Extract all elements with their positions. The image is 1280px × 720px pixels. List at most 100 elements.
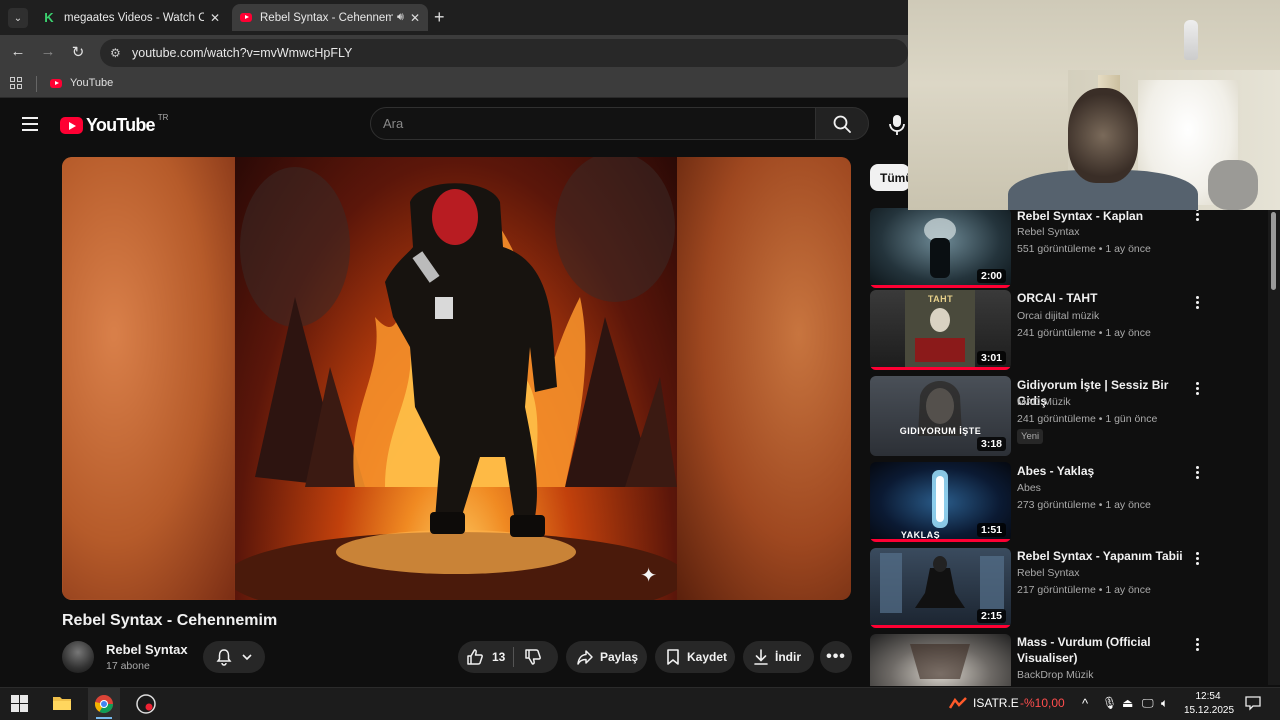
stock-chart-icon[interactable] (948, 696, 967, 715)
kebab-menu-icon[interactable] (1196, 296, 1202, 311)
bookmark-icon (667, 649, 679, 665)
recommendation-item[interactable]: TAHT 3:01 ORCAI - TAHT Orcai dijital müz… (870, 290, 1230, 370)
search-placeholder: Ara (383, 116, 404, 131)
video-thumbnail[interactable] (870, 634, 1011, 686)
windows-start-icon[interactable] (11, 695, 31, 715)
new-tab-plus-icon[interactable]: + (434, 7, 445, 28)
webcam-overlay (908, 0, 1280, 210)
more-actions-button[interactable]: ••• (820, 641, 852, 673)
youtube-wordmark: YouTube (86, 115, 156, 135)
bookmark-youtube[interactable]: YouTube (50, 77, 113, 89)
webcam-background-person (1208, 160, 1258, 210)
tab-search-chevron-icon[interactable]: ⌄ (8, 8, 28, 28)
video-player[interactable]: ✦ (62, 157, 851, 600)
recommendation-channel[interactable]: MAD Müzik (1017, 396, 1071, 408)
recommendation-channel[interactable]: Abes (1017, 482, 1041, 494)
recommendation-title[interactable]: ORCAI - TAHT (1017, 290, 1199, 306)
tab-megaates[interactable]: K megaates Videos - Watch On-D ✕ (34, 4, 228, 31)
active-app-indicator (96, 717, 112, 719)
speaker-icon[interactable]: 🔊︎ (397, 11, 404, 24)
search-input[interactable]: Ara (370, 107, 816, 140)
recommendation-title[interactable]: Rebel Syntax - Yapanım Tabii (1017, 548, 1199, 564)
filter-chip-all[interactable]: Tümü (870, 164, 910, 191)
file-explorer-icon[interactable] (52, 694, 72, 714)
chrome-icon[interactable] (94, 694, 114, 714)
recommendation-item[interactable]: GIDIYORUM İŞTE 3:18 Gidiyorum İşte | Ses… (870, 376, 1230, 456)
obs-recorder-icon[interactable] (136, 694, 156, 714)
apps-grid-icon[interactable] (10, 77, 22, 89)
k-logo-icon: K (44, 10, 54, 25)
bookmark-divider (36, 76, 37, 92)
recommendation-item[interactable]: 2:00 Rebel Syntax - Kaplan Rebel Syntax … (870, 208, 1230, 288)
video-thumbnail[interactable]: 2:15 (870, 548, 1011, 628)
video-thumbnail[interactable]: YAKLAŞ 1:51 (870, 462, 1011, 542)
recommendation-channel[interactable]: Rebel Syntax (1017, 226, 1079, 238)
recommendation-channel[interactable]: Rebel Syntax (1017, 567, 1079, 579)
search-button[interactable] (815, 107, 869, 140)
like-thumb-icon[interactable] (466, 648, 484, 666)
kebab-menu-icon[interactable] (1196, 208, 1202, 223)
stock-symbol[interactable]: ISATR.E (973, 696, 1019, 710)
dislike-thumb-icon[interactable] (524, 648, 542, 666)
thumbnail-text: TAHT (927, 294, 954, 304)
save-button[interactable]: Kaydet (655, 641, 735, 673)
channel-avatar[interactable] (62, 641, 94, 673)
usb-device-icon[interactable]: ⏏︎ (1122, 696, 1133, 710)
recommendation-title[interactable]: Mass - Vurdum (Official Visualiser) (1017, 634, 1167, 666)
subscriber-count: 17 abone (106, 660, 150, 672)
close-tab-icon[interactable]: ✕ (410, 11, 420, 25)
recommendation-title[interactable]: Abes - Yaklaş (1017, 463, 1199, 479)
hooded-singer-artwork (235, 157, 677, 600)
volume-icon[interactable]: 🔈︎ (1161, 696, 1168, 711)
ambient-blur-left (62, 157, 235, 600)
chevron-down-icon (242, 654, 252, 661)
country-code: TR (157, 113, 169, 122)
share-button[interactable]: Paylaş (566, 641, 647, 673)
video-thumbnail[interactable]: GIDIYORUM İŞTE 3:18 (870, 376, 1011, 456)
watch-progress-bar (870, 539, 1011, 542)
tray-chevron-up-icon[interactable]: ^ (1082, 696, 1088, 711)
recommendation-item[interactable]: Mass - Vurdum (Official Visualiser) Back… (870, 634, 1230, 686)
share-label: Paylaş (600, 650, 639, 664)
close-tab-icon[interactable]: ✕ (210, 11, 220, 25)
kebab-menu-icon[interactable] (1196, 382, 1202, 397)
channel-name[interactable]: Rebel Syntax (106, 642, 188, 657)
download-button[interactable]: İndir (743, 641, 814, 673)
recommendation-channel[interactable]: BackDrop Müzik (1017, 669, 1093, 681)
scrollbar-thumb[interactable] (1271, 212, 1276, 290)
recommendation-item[interactable]: YAKLAŞ 1:51 Abes - Yaklaş Abes 273 görün… (870, 462, 1230, 542)
kebab-menu-icon[interactable] (1196, 466, 1202, 481)
site-info-icon[interactable]: ⚙︎ (110, 46, 124, 60)
video-frame-artwork: ✦ (235, 157, 677, 600)
address-bar[interactable]: ⚙︎ youtube.com/watch?v=mvWmwcHpFLY (100, 39, 908, 67)
download-label: İndir (775, 650, 801, 664)
network-icon[interactable]: 🖵︎ (1142, 696, 1154, 711)
kebab-menu-icon[interactable] (1196, 638, 1202, 653)
bookmark-label: YouTube (70, 77, 114, 89)
video-thumbnail[interactable]: 2:00 (870, 208, 1011, 288)
forward-arrow-icon[interactable]: → (38, 43, 58, 60)
recommendation-meta: 241 görüntüleme • 1 ay önce (1017, 327, 1151, 339)
duration-badge: 2:00 (976, 269, 1006, 283)
kebab-menu-icon[interactable] (1196, 552, 1202, 567)
menu-hamburger-icon[interactable] (22, 117, 38, 135)
back-arrow-icon[interactable]: ← (8, 43, 28, 60)
reload-icon[interactable]: ↻ (68, 43, 88, 61)
watch-progress-bar (870, 625, 1011, 628)
url-text: youtube.com/watch?v=mvWmwcHpFLY (132, 46, 353, 60)
like-count[interactable]: 13 (492, 650, 505, 664)
like-dislike-group: 13 (458, 641, 558, 673)
recommendation-title[interactable]: Rebel Syntax - Kaplan (1017, 208, 1199, 224)
webcam-lamp (1184, 20, 1198, 60)
duration-badge: 3:18 (976, 437, 1006, 451)
recommendation-channel[interactable]: Orcai dijital müzik (1017, 310, 1099, 322)
clock-date: 15.12.2025 (1184, 705, 1235, 716)
notification-center-icon[interactable] (1245, 695, 1261, 716)
youtube-logo[interactable]: YouTube TR (60, 113, 169, 136)
video-thumbnail[interactable]: TAHT 3:01 (870, 290, 1011, 370)
microphone-tray-icon[interactable]: 🎙︎ (1102, 696, 1117, 710)
recommendation-item[interactable]: 2:15 Rebel Syntax - Yapanım Tabii Rebel … (870, 548, 1230, 628)
tab-youtube-active[interactable]: Rebel Syntax - Cehennemim 🔊︎ ✕ (232, 4, 428, 31)
notification-bell-button[interactable] (203, 641, 265, 673)
system-clock[interactable]: 12:54 15.12.2025 (1184, 690, 1235, 718)
